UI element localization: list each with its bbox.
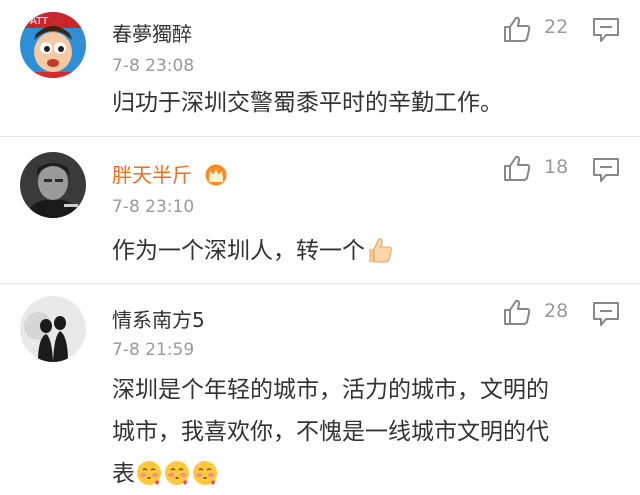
- reply-icon[interactable]: [592, 157, 620, 183]
- comment-text-line-last: 表: [112, 453, 624, 495]
- like-count: 28: [544, 300, 569, 322]
- man-portrait-avatar: [20, 152, 86, 218]
- thumbs-up-emoji: [369, 238, 392, 263]
- like-count: 18: [544, 156, 569, 178]
- comment-text: 作为一个深圳人，转一个: [112, 230, 624, 272]
- comment-item: 情系南方5 7-8 21:59 深圳是个年轻的城市，活力的城市，文明的 城市，我…: [0, 284, 640, 491]
- timestamp: 7-8 21:59: [112, 340, 195, 360]
- timestamp: 7-8 23:10: [112, 197, 195, 217]
- like-icon[interactable]: [502, 297, 532, 327]
- comment-item: 胖天半斤 7-8 23:10 作为一个深圳人，转一个 18: [0, 137, 640, 283]
- username[interactable]: 春夢獨醉: [112, 18, 192, 47]
- comment-item: ATT 春夢獨醉 7-8 23:08 归功于深圳交警蜀黍平时的辛勤工作。 22: [0, 0, 640, 136]
- like-icon[interactable]: [502, 153, 532, 183]
- username[interactable]: 情系南方5: [112, 304, 205, 333]
- blushing-kiss-emoji: [165, 461, 189, 485]
- username[interactable]: 胖天半斤: [112, 159, 228, 188]
- blushing-kiss-emoji: [137, 461, 161, 485]
- username-label: 胖天半斤: [112, 163, 192, 187]
- avatar[interactable]: ATT: [20, 12, 86, 78]
- cartoon-baby-avatar: ATT: [20, 12, 86, 78]
- avatar[interactable]: [20, 152, 86, 218]
- comment-text-content: 作为一个深圳人，转一个: [112, 238, 365, 264]
- comment-text-line: 深圳是个年轻的城市，活力的城市，文明的: [112, 377, 549, 403]
- reply-icon[interactable]: [592, 17, 620, 43]
- comment-text-line: 城市，我喜欢你，不愧是一线城市文明的代: [112, 419, 549, 445]
- avatar[interactable]: [20, 296, 86, 362]
- like-count: 22: [544, 16, 569, 38]
- timestamp: 7-8 23:08: [112, 56, 195, 76]
- crown-icon: [205, 164, 227, 186]
- like-icon[interactable]: [502, 14, 532, 44]
- svg-text:ATT: ATT: [30, 16, 49, 27]
- comment-text: 深圳是个年轻的城市，活力的城市，文明的 城市，我喜欢你，不愧是一线城市文明的代 …: [112, 369, 624, 495]
- comment-text-line: 表: [112, 461, 135, 487]
- couple-silhouette-avatar: [20, 296, 86, 362]
- comment-text: 归功于深圳交警蜀黍平时的辛勤工作。: [112, 90, 503, 116]
- reply-icon[interactable]: [592, 301, 620, 327]
- blushing-kiss-emoji: [193, 461, 217, 485]
